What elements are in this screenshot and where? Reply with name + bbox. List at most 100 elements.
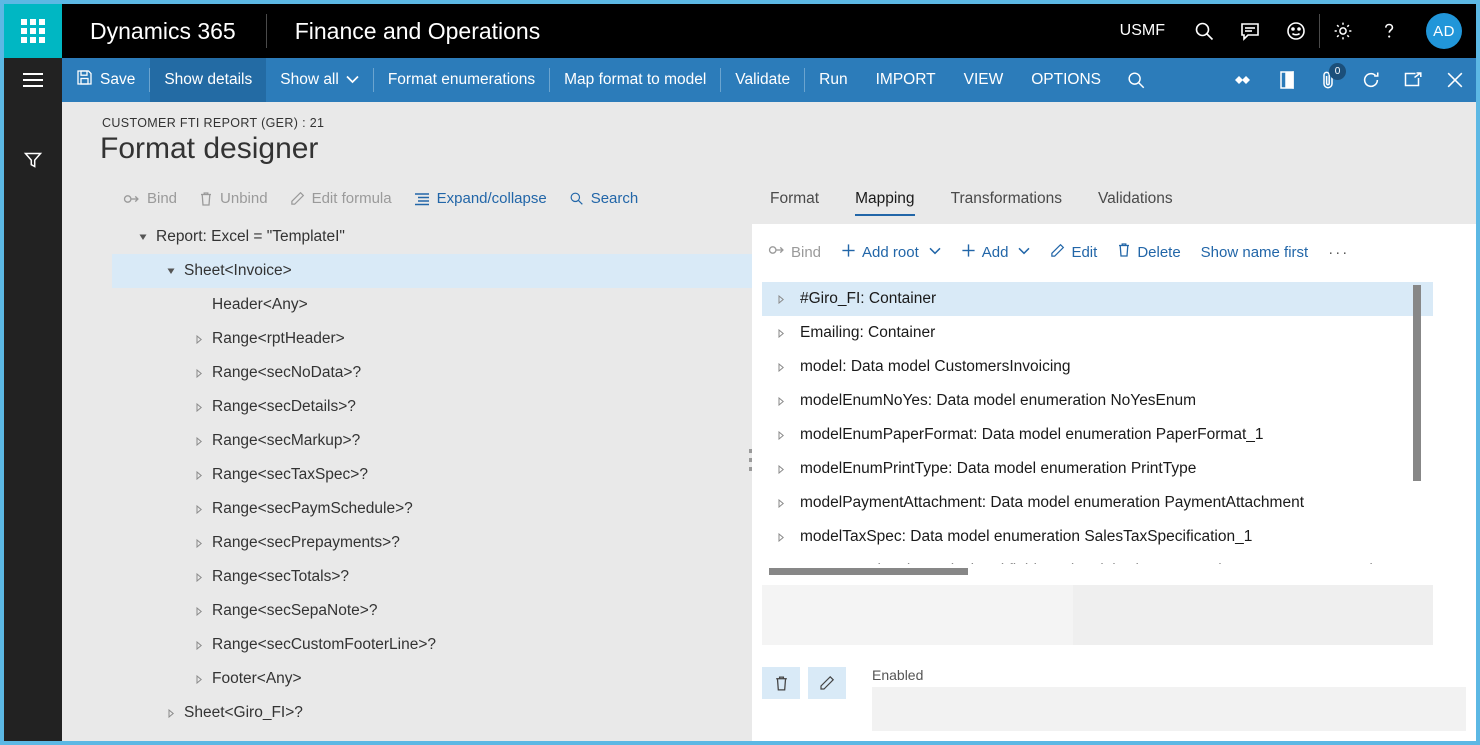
expand-collapse-button[interactable]: Expand/collapse: [403, 186, 558, 211]
tree-node[interactable]: Range<secDetails>?: [112, 390, 798, 424]
tab-mapping[interactable]: Mapping: [837, 190, 932, 216]
mapping-delete-button[interactable]: Delete: [1107, 238, 1190, 266]
chevron-collapsed-icon[interactable]: [762, 328, 800, 338]
tab-options[interactable]: OPTIONS: [1017, 58, 1115, 102]
user-avatar-button[interactable]: AD: [1412, 4, 1476, 58]
chevron-collapsed-icon[interactable]: [188, 470, 210, 480]
mapping-row[interactable]: modelEnumNoYes: Data model enumeration N…: [762, 384, 1433, 418]
chevron-collapsed-icon[interactable]: [188, 572, 210, 582]
footer-edit-button[interactable]: [808, 667, 846, 699]
show-name-first-button[interactable]: Show name first: [1191, 240, 1319, 265]
add-root-button[interactable]: Add root: [831, 239, 951, 265]
help-question-icon[interactable]: [1366, 4, 1412, 58]
mapping-edit-button[interactable]: Edit: [1040, 239, 1107, 266]
tree-node[interactable]: Range<secNoData>?: [112, 356, 798, 390]
search-icon[interactable]: [1181, 4, 1227, 58]
mapping-list[interactable]: #Giro_FI: Container Emailing: Container mo…: [762, 282, 1433, 564]
bind-button[interactable]: Bind: [112, 186, 188, 211]
mapping-row[interactable]: modelPaymentAttachment: Data model enume…: [762, 486, 1433, 520]
open-in-new-window-icon[interactable]: [1392, 58, 1434, 102]
show-all-menu[interactable]: Show all: [266, 58, 373, 102]
scrollbar-thumb[interactable]: [769, 568, 968, 575]
mapping-row[interactable]: Emailing: Container: [762, 316, 1433, 350]
mapping-row[interactable]: model: Data model CustomersInvoicing: [762, 350, 1433, 384]
overflow-ellipsis-icon[interactable]: ···: [1318, 240, 1359, 265]
mapping-list-vertical-scrollbar[interactable]: [1413, 282, 1421, 564]
gear-icon[interactable]: [1320, 4, 1366, 58]
mapping-list-horizontal-scrollbar[interactable]: [769, 568, 1412, 575]
chevron-collapsed-icon[interactable]: [188, 606, 210, 616]
tab-validations[interactable]: Validations: [1080, 190, 1191, 216]
chevron-collapsed-icon[interactable]: [188, 538, 210, 548]
mapping-row[interactable]: modelEnumPrintType: Data model enumerati…: [762, 452, 1433, 486]
mapping-row[interactable]: RptFooterLineList: Calculated field = IF…: [762, 554, 1433, 564]
app-launcher-button[interactable]: [4, 4, 62, 58]
chevron-collapsed-icon[interactable]: [762, 498, 800, 508]
tab-import[interactable]: IMPORT: [862, 58, 950, 102]
related-information-icon[interactable]: [1224, 58, 1266, 102]
add-button[interactable]: Add: [951, 239, 1041, 265]
chevron-collapsed-icon[interactable]: [762, 362, 800, 372]
chevron-collapsed-icon[interactable]: [188, 334, 210, 344]
tab-transformations[interactable]: Transformations: [933, 190, 1080, 216]
mapping-row[interactable]: modelTaxSpec: Data model enumeration Sal…: [762, 520, 1433, 554]
chevron-collapsed-icon[interactable]: [188, 368, 210, 378]
tree-node[interactable]: Footer<Any>: [112, 662, 798, 696]
scrollbar-thumb[interactable]: [1413, 285, 1421, 481]
footer-delete-button[interactable]: [762, 667, 800, 699]
tree-node[interactable]: Range<secMarkup>?: [112, 424, 798, 458]
save-button[interactable]: Save: [62, 58, 149, 102]
format-enumerations-button[interactable]: Format enumerations: [374, 58, 549, 102]
close-icon[interactable]: [1434, 58, 1476, 102]
validate-button[interactable]: Validate: [721, 58, 804, 102]
tree-node[interactable]: Header<Any>: [112, 288, 798, 322]
chevron-collapsed-icon[interactable]: [160, 708, 182, 718]
chevron-collapsed-icon[interactable]: [762, 396, 800, 406]
tree-node[interactable]: Sheet<Giro_FI>?: [112, 696, 798, 730]
chevron-collapsed-icon[interactable]: [762, 464, 800, 474]
chevron-collapsed-icon[interactable]: [188, 674, 210, 684]
tab-format[interactable]: Format: [752, 190, 837, 216]
chevron-collapsed-icon[interactable]: [188, 640, 210, 650]
feedback-smiley-icon[interactable]: [1273, 4, 1319, 58]
edit-formula-button[interactable]: Edit formula: [279, 186, 403, 211]
tree-node[interactable]: Range<secSepaNote>?: [112, 594, 798, 628]
attachments-icon[interactable]: 0: [1308, 58, 1350, 102]
tree-node[interactable]: Report: Excel = "TemplateI": [112, 220, 798, 254]
show-details-button[interactable]: Show details: [150, 58, 267, 102]
tree-search-button[interactable]: Search: [558, 186, 650, 211]
mapping-bind-button[interactable]: Bind: [758, 239, 831, 265]
chevron-collapsed-icon[interactable]: [188, 436, 210, 446]
search-icon[interactable]: [1115, 58, 1157, 102]
refresh-icon[interactable]: [1350, 58, 1392, 102]
tree-node[interactable]: Range<rptHeader>: [112, 322, 798, 356]
chevron-collapsed-icon[interactable]: [762, 294, 800, 304]
office-icon[interactable]: [1266, 58, 1308, 102]
tree-node[interactable]: Sheet<Invoice>: [112, 254, 798, 288]
navigation-menu-button[interactable]: [4, 58, 62, 102]
enabled-input[interactable]: [872, 687, 1466, 731]
chevron-collapsed-icon[interactable]: [762, 430, 800, 440]
chevron-collapsed-icon[interactable]: [762, 532, 800, 542]
chevron-collapsed-icon[interactable]: [188, 504, 210, 514]
mapping-row[interactable]: #Giro_FI: Container: [762, 282, 1433, 316]
message-icon[interactable]: [1227, 4, 1273, 58]
run-button[interactable]: Run: [805, 58, 861, 102]
tree-node[interactable]: Range<secPrepayments>?: [112, 526, 798, 560]
tree-node[interactable]: Range<secTaxSpec>?: [112, 458, 798, 492]
chevron-expanded-icon[interactable]: [132, 233, 154, 242]
brand-title[interactable]: Dynamics 365: [62, 4, 266, 58]
tree-node[interactable]: Range<secPaymSchedule>?: [112, 492, 798, 526]
company-selector[interactable]: USMF: [1104, 22, 1181, 40]
tab-view[interactable]: VIEW: [950, 58, 1018, 102]
unbind-button[interactable]: Unbind: [188, 186, 279, 211]
chevron-expanded-icon[interactable]: [160, 267, 182, 276]
chevron-collapsed-icon[interactable]: [188, 402, 210, 412]
mapping-row[interactable]: modelEnumPaperFormat: Data model enumera…: [762, 418, 1433, 452]
format-tree[interactable]: Report: Excel = "TemplateI" Sheet<Invoice…: [112, 220, 798, 740]
tree-node[interactable]: Range<secTotals>?: [112, 560, 798, 594]
module-title[interactable]: Finance and Operations: [267, 4, 569, 58]
filter-funnel-icon[interactable]: [13, 140, 53, 180]
tree-node[interactable]: Range<secCustomFooterLine>?: [112, 628, 798, 662]
map-format-to-model-button[interactable]: Map format to model: [550, 58, 720, 102]
